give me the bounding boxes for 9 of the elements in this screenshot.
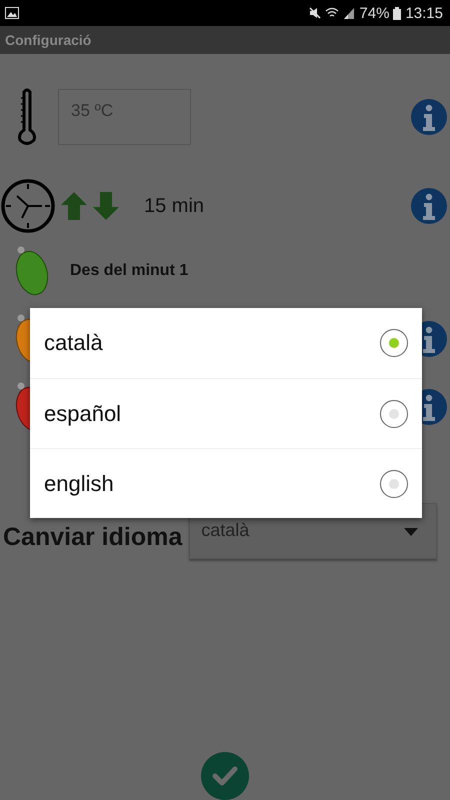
language-label: Canviar idioma <box>3 522 182 552</box>
language-option[interactable]: english <box>30 448 422 518</box>
language-option[interactable]: català <box>30 308 422 378</box>
interval-value: 15 min <box>144 194 204 218</box>
app-title: Configuració <box>5 32 92 48</box>
battery-percent: 74% <box>359 4 390 22</box>
language-option[interactable]: español <box>30 378 422 448</box>
clock-time: 13:15 <box>405 4 443 22</box>
light-label: Des del minut 1 <box>70 262 188 280</box>
